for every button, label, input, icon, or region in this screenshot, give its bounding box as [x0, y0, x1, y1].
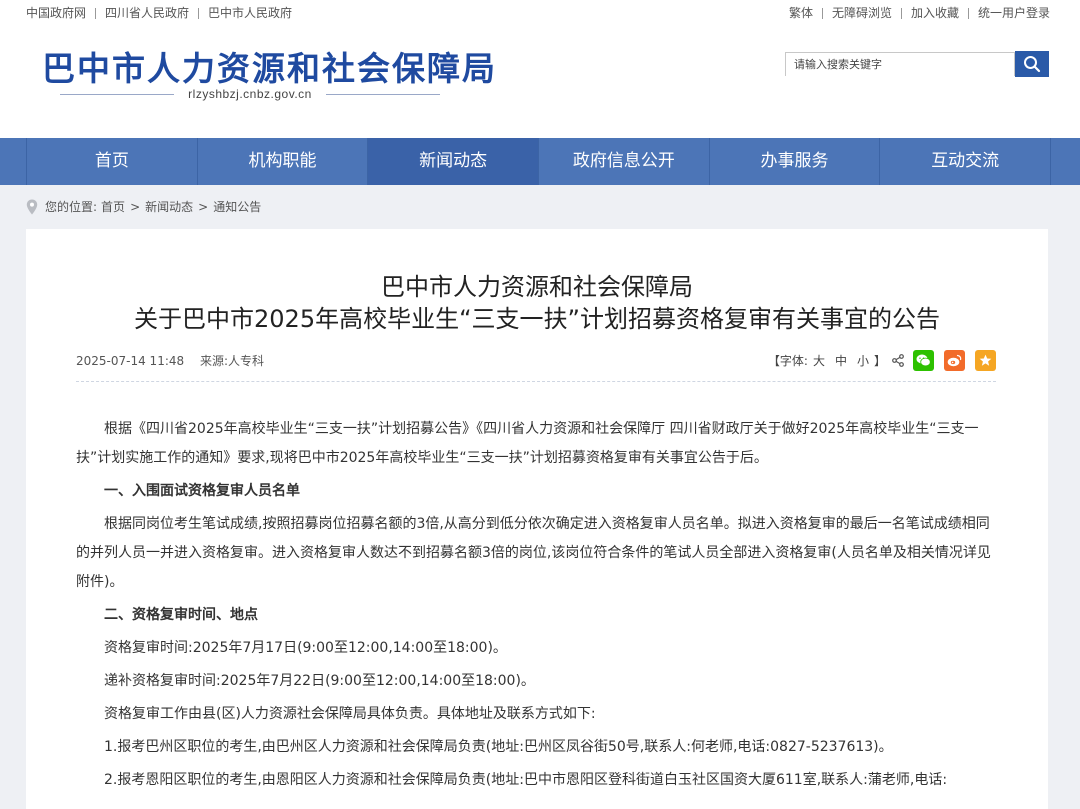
- font-size-close: 】: [873, 354, 886, 368]
- font-size-small-button[interactable]: 小: [857, 352, 869, 369]
- article-title-line1: 巴中市人力资源和社会保障局: [381, 273, 693, 301]
- site-domain-row: rlzyshbzj.cnbz.gov.cn: [60, 86, 440, 102]
- top-links-right: 繁体 无障碍浏览 加入收藏 统一用户登录: [780, 5, 1050, 21]
- unified-login-link[interactable]: 统一用户登录: [969, 5, 1050, 21]
- search-input[interactable]: [786, 53, 1014, 76]
- top-link-bazhong-gov[interactable]: 巴中市人民政府: [199, 5, 301, 21]
- location-pin-icon: [26, 199, 38, 215]
- paragraph-makeup-review-time: 递补资格复审时间:2025年7月22日(9:00至12:00,14:00至18:…: [104, 673, 535, 689]
- section-heading-1: 一、入围面试资格复审人员名单: [104, 483, 300, 499]
- top-link-sichuan-gov[interactable]: 四川省人民政府: [96, 5, 198, 21]
- site-logo-title[interactable]: 巴中市人力资源和社会保障局: [42, 42, 497, 90]
- nav-gov-info-public[interactable]: 政府信息公开: [539, 138, 710, 185]
- domain-line-right: [325, 93, 440, 95]
- share-icon[interactable]: [892, 354, 904, 367]
- meta-divider: [76, 381, 996, 382]
- section-heading-2: 二、资格复审时间、地点: [104, 607, 258, 623]
- paragraph-review-responsibility: 资格复审工作由县(区)人力资源社会保障局具体负责。具体地址及联系方式如下:: [104, 706, 596, 722]
- paragraph-candidate-list: 根据同岗位考生笔试成绩,按照招募岗位招募名额的3倍,从高分到低分依次确定进入资格…: [76, 516, 991, 590]
- search-icon: [1024, 56, 1041, 73]
- breadcrumb-notices[interactable]: 通知公告: [213, 198, 261, 215]
- breadcrumb-news[interactable]: 新闻动态: [145, 198, 193, 215]
- search-button[interactable]: [1015, 51, 1049, 77]
- nav-institution-functions[interactable]: 机构职能: [198, 138, 369, 185]
- paragraph-intro: 根据《四川省2025年高校毕业生“三支一扶”计划招募公告》《四川省人力资源和社会…: [76, 421, 979, 466]
- site-header: 中国政府网 四川省人民政府 巴中市人民政府 繁体 无障碍浏览 加入收藏 统一用户…: [0, 0, 1080, 138]
- site-domain: rlzyshbzj.cnbz.gov.cn: [188, 87, 312, 101]
- article-tools: 【字体: 大 中 小 】: [768, 350, 996, 371]
- domain-line-left: [60, 93, 175, 95]
- nav-home[interactable]: 首页: [27, 138, 198, 185]
- font-size-large-button[interactable]: 大: [813, 352, 825, 369]
- breadcrumb: 您的位置: 首页 > 新闻动态 > 通知公告: [26, 198, 261, 215]
- article-body: 根据《四川省2025年高校毕业生“三支一扶”计划招募公告》《四川省人力资源和社会…: [76, 415, 998, 799]
- article-meta: 2025-07-14 11:48 来源:人专科: [76, 352, 276, 369]
- nav-interaction[interactable]: 互动交流: [880, 138, 1052, 185]
- add-favorite-link[interactable]: 加入收藏: [902, 5, 968, 21]
- favorite-star-icon[interactable]: [975, 350, 996, 371]
- paragraph-bazhou-contact: 1.报考巴州区职位的考生,由巴州区人力资源和社会保障局负责(地址:巴州区凤谷街5…: [104, 739, 893, 755]
- search-box: [785, 52, 1015, 76]
- main-nav: 首页 机构职能 新闻动态 政府信息公开 办事服务 互动交流: [0, 138, 1080, 185]
- traditional-chinese-link[interactable]: 繁体: [780, 5, 822, 21]
- accessibility-link[interactable]: 无障碍浏览: [823, 5, 901, 21]
- nav-services[interactable]: 办事服务: [710, 138, 881, 185]
- article-title-line2: 关于巴中市2025年高校毕业生“三支一扶”计划招募资格复审有关事宜的公告: [134, 305, 940, 333]
- publish-date: 2025-07-14 11:48: [76, 354, 185, 368]
- breadcrumb-separator: >: [198, 199, 209, 214]
- weibo-icon[interactable]: [944, 350, 965, 371]
- article-card: 巴中市人力资源和社会保障局 关于巴中市2025年高校毕业生“三支一扶”计划招募资…: [26, 229, 1048, 809]
- paragraph-review-time: 资格复审时间:2025年7月17日(9:00至12:00,14:00至18:00…: [104, 640, 507, 656]
- paragraph-enyang-contact: 2.报考恩阳区职位的考生,由恩阳区人力资源和社会保障局负责(地址:巴中市恩阳区登…: [104, 772, 948, 788]
- breadcrumb-home[interactable]: 首页: [101, 198, 125, 215]
- wechat-icon[interactable]: [913, 350, 934, 371]
- breadcrumb-separator: >: [130, 199, 141, 214]
- font-size-open: 【字体:: [767, 354, 808, 368]
- article-source: 来源:人专科: [199, 354, 265, 368]
- breadcrumb-label: 您的位置:: [45, 200, 98, 214]
- article-title: 巴中市人力资源和社会保障局 关于巴中市2025年高校毕业生“三支一扶”计划招募资…: [26, 271, 1048, 335]
- nav-news[interactable]: 新闻动态: [368, 138, 540, 185]
- top-links-left: 中国政府网 四川省人民政府 巴中市人民政府: [26, 5, 301, 21]
- top-link-gov-cn[interactable]: 中国政府网: [26, 5, 95, 21]
- font-size-medium-button[interactable]: 中: [835, 352, 847, 369]
